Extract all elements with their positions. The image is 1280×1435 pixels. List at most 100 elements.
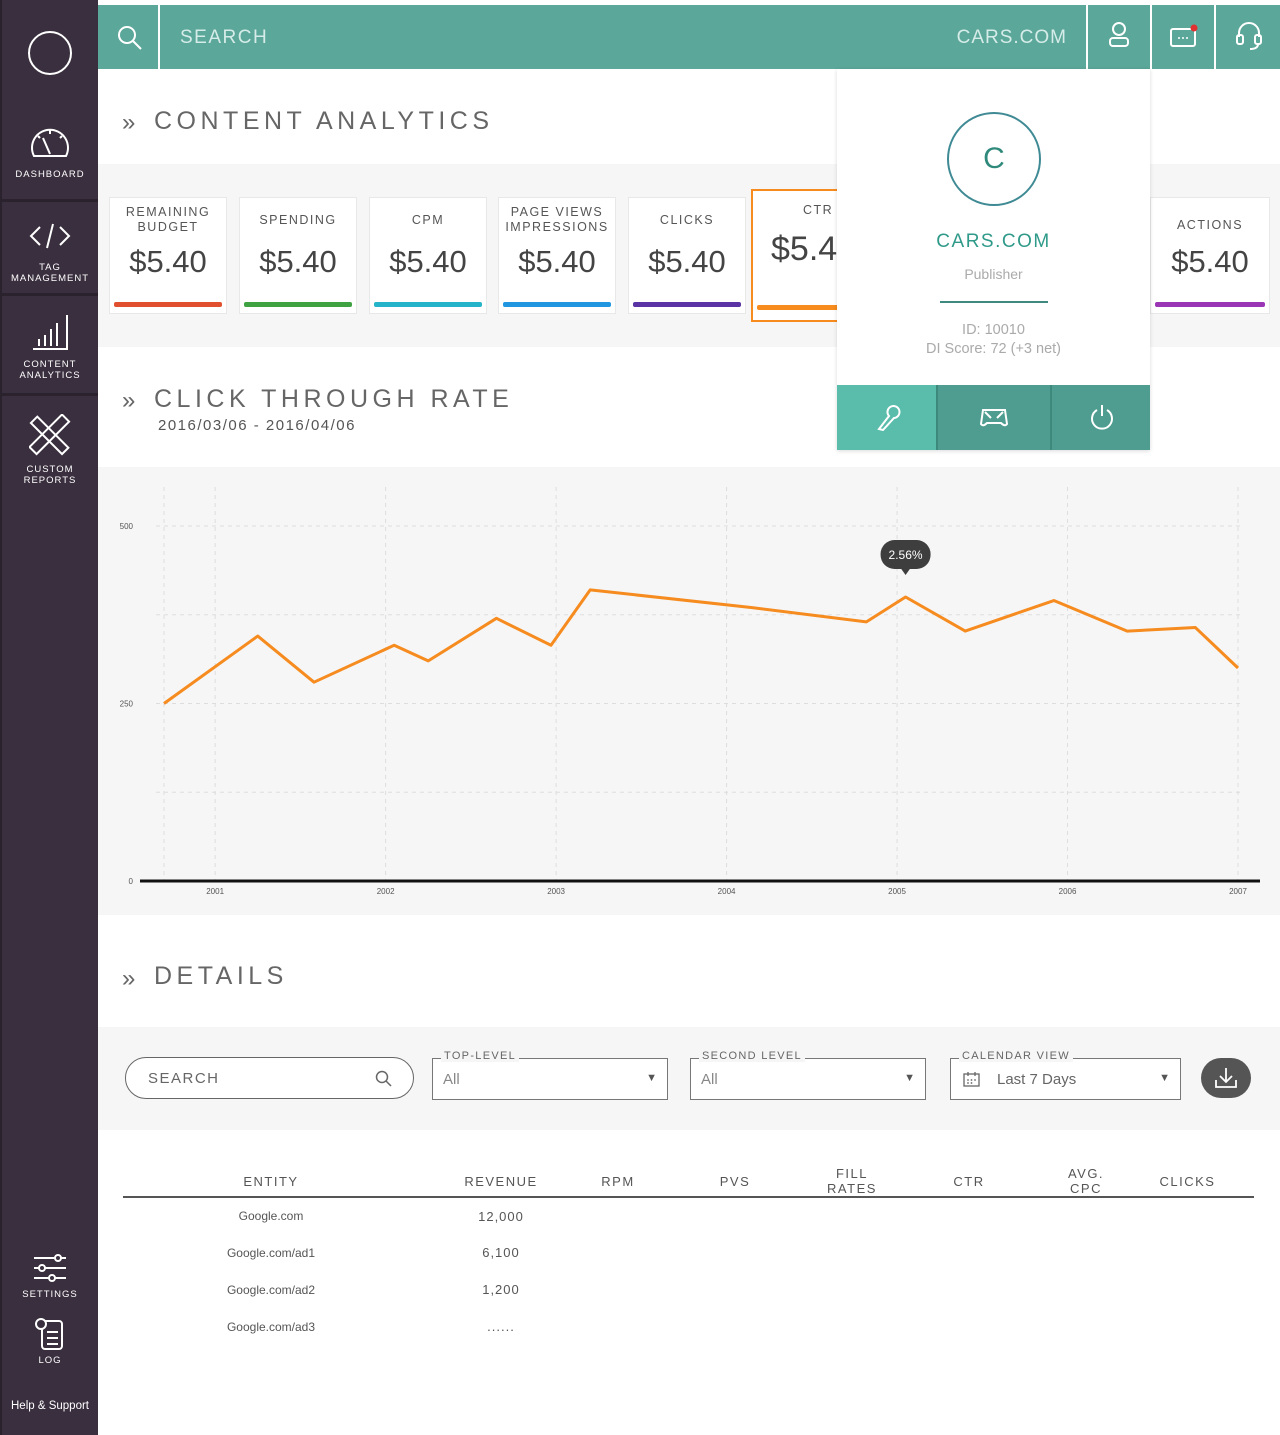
headset-icon xyxy=(1236,22,1262,50)
revenue-cell: 1,200 xyxy=(482,1282,520,1297)
clicks-cell xyxy=(1121,1271,1254,1308)
sidebar-item-dashboard[interactable]: DASHBOARD xyxy=(2,124,98,180)
details-header: » DETAILS xyxy=(98,915,1280,1027)
sidebar-item-label: SETTINGS xyxy=(22,1289,78,1300)
column-header-avg-cpc[interactable]: AVG. CPC xyxy=(1051,1166,1121,1198)
column-header-pvs[interactable]: PVS xyxy=(653,1166,817,1198)
ctr-cell xyxy=(887,1308,1051,1345)
section-title: CLICK THROUGH RATE xyxy=(154,385,514,413)
pvs-cell xyxy=(653,1234,817,1271)
game-button[interactable] xyxy=(936,385,1050,450)
rpm-cell xyxy=(583,1197,653,1234)
bar-chart-icon xyxy=(33,315,68,350)
brand-name: CARS.COM xyxy=(956,27,1067,48)
x-tick-label: 2005 xyxy=(888,887,906,896)
metric-label: CPM xyxy=(411,212,445,227)
metric-card[interactable]: REMAINING BUDGET $5.40 xyxy=(109,197,227,314)
search-button[interactable] xyxy=(98,5,160,69)
sidebar-item-content-analytics[interactable]: CONTENT ANALYTICS xyxy=(2,313,98,381)
sidebar-item-custom-reports[interactable]: CUSTOM REPORTS xyxy=(2,414,98,486)
metric-value: $5.40 xyxy=(1171,244,1249,279)
sidebar-item-settings[interactable]: SETTINGS xyxy=(2,1253,98,1300)
entity-cell: Google.com/ad2 xyxy=(226,1282,316,1297)
section-title: DETAILS xyxy=(154,962,288,990)
column-header-ctr[interactable]: CTR xyxy=(887,1166,1051,1198)
logo-circle[interactable] xyxy=(28,31,72,75)
metric-label: REMAINING BUDGET xyxy=(125,205,211,234)
divider xyxy=(2,293,98,296)
metric-value: $5.40 xyxy=(389,244,467,279)
calendar-view-select[interactable]: CALENDAR VIEW Last 7 Days ▼ xyxy=(950,1050,1181,1100)
select-value: All xyxy=(701,1071,718,1088)
profile-popover: C CARS.COM Publisher ID: 10010 DI Score:… xyxy=(837,69,1150,450)
column-header-fill-rates[interactable]: FILL RATES xyxy=(817,1166,887,1198)
tools-button[interactable] xyxy=(837,385,936,450)
x-tick-label: 2004 xyxy=(718,887,736,896)
fill-rates-cell xyxy=(817,1234,887,1271)
sidebar-item-label: LOG xyxy=(38,1355,62,1366)
top-level-select[interactable]: TOP-LEVEL All ▼ xyxy=(432,1050,668,1100)
pvs-cell xyxy=(653,1308,817,1345)
date-range: 2016/03/06 - 2016/04/06 xyxy=(158,417,356,434)
select-value: Last 7 Days xyxy=(997,1071,1077,1088)
metric-card[interactable]: CLICKS $5.40 xyxy=(628,197,746,314)
profile-button[interactable] xyxy=(1086,5,1150,69)
y-tick-label: 250 xyxy=(120,700,134,709)
entity-cell: Google.com/ad1 xyxy=(226,1245,316,1260)
pvs-cell xyxy=(653,1197,817,1234)
top-search-input[interactable]: SEARCH xyxy=(180,27,268,49)
metric-card[interactable]: ACTIONS $5.40 xyxy=(1150,197,1270,314)
metric-label: SPENDING xyxy=(259,212,337,227)
table-row[interactable]: Google.com/ad3 ...... xyxy=(123,1308,1254,1345)
caret-down-icon: ▼ xyxy=(1159,1072,1170,1084)
column-header-clicks[interactable]: CLICKS xyxy=(1121,1166,1254,1198)
sidebar-item-tag-management[interactable]: TAG MANAGEMENT xyxy=(2,222,98,284)
ctr-line-chart: 0 250 500 2001 2002 2003 2004 2005 2006 2007 2.56% xyxy=(120,487,1260,896)
select-value: All xyxy=(443,1071,460,1088)
column-header-entity[interactable]: ENTITY xyxy=(123,1166,419,1198)
table-row[interactable]: Google.com/ad1 6,100 xyxy=(123,1234,1254,1271)
sidebar-item-log[interactable]: LOG xyxy=(2,1317,98,1366)
revenue-cell: ...... xyxy=(487,1319,515,1334)
help-support-link[interactable]: Help & Support xyxy=(2,1400,98,1412)
metric-card[interactable]: PAGE VIEWS IMPRESSIONS $5.40 xyxy=(498,197,616,314)
logout-button[interactable] xyxy=(1050,385,1150,450)
table-header-row: ENTITY REVENUE RPM PVS FILL RATES CTR AV… xyxy=(123,1166,1254,1198)
pencil-ruler-icon xyxy=(29,414,71,456)
table-row[interactable]: Google.com 12,000 xyxy=(123,1197,1254,1234)
download-button[interactable] xyxy=(1201,1058,1251,1098)
entity-cell: Google.com/ad3 xyxy=(226,1319,316,1334)
double-chevron-icon: » xyxy=(122,387,136,414)
column-header-revenue[interactable]: REVENUE xyxy=(419,1166,583,1198)
message-notification-icon xyxy=(1170,24,1198,47)
sliders-icon xyxy=(34,1254,66,1282)
metric-value: $5.40 xyxy=(129,244,207,279)
messages-button[interactable] xyxy=(1150,5,1214,69)
avatar: C xyxy=(947,112,1041,206)
metric-card[interactable]: CPM $5.40 xyxy=(369,197,487,314)
top-bar: SEARCH CARS.COM xyxy=(98,5,1280,69)
metric-color-bar xyxy=(114,302,222,307)
revenue-cell: 12,000 xyxy=(478,1208,524,1224)
calendar-icon xyxy=(963,1072,980,1087)
profile-role: Publisher xyxy=(964,266,1023,282)
metric-color-bar xyxy=(1155,302,1265,307)
user-icon xyxy=(1109,22,1129,47)
column-header-rpm[interactable]: RPM xyxy=(583,1166,653,1198)
ctr-cell xyxy=(887,1197,1051,1234)
metric-card[interactable]: SPENDING $5.40 xyxy=(239,197,357,314)
profile-id: ID: 10010 xyxy=(962,322,1025,338)
pvs-cell xyxy=(653,1271,817,1308)
table-row[interactable]: Google.com/ad2 1,200 xyxy=(123,1271,1254,1308)
details-search-input[interactable]: SEARCH xyxy=(125,1057,414,1099)
ctr-cell xyxy=(887,1234,1051,1271)
avg-cpc-cell xyxy=(1051,1271,1121,1308)
download-icon xyxy=(1215,1068,1237,1088)
support-button[interactable] xyxy=(1214,5,1280,69)
divider xyxy=(2,199,98,202)
second-level-select[interactable]: SECOND LEVEL All ▼ xyxy=(690,1050,926,1100)
divider xyxy=(940,301,1048,303)
series-line xyxy=(163,588,1240,705)
profile-score: DI Score: 72 (+3 net) xyxy=(926,341,1061,357)
details-table: ENTITY REVENUE RPM PVS FILL RATES CTR AV… xyxy=(123,1166,1254,1345)
